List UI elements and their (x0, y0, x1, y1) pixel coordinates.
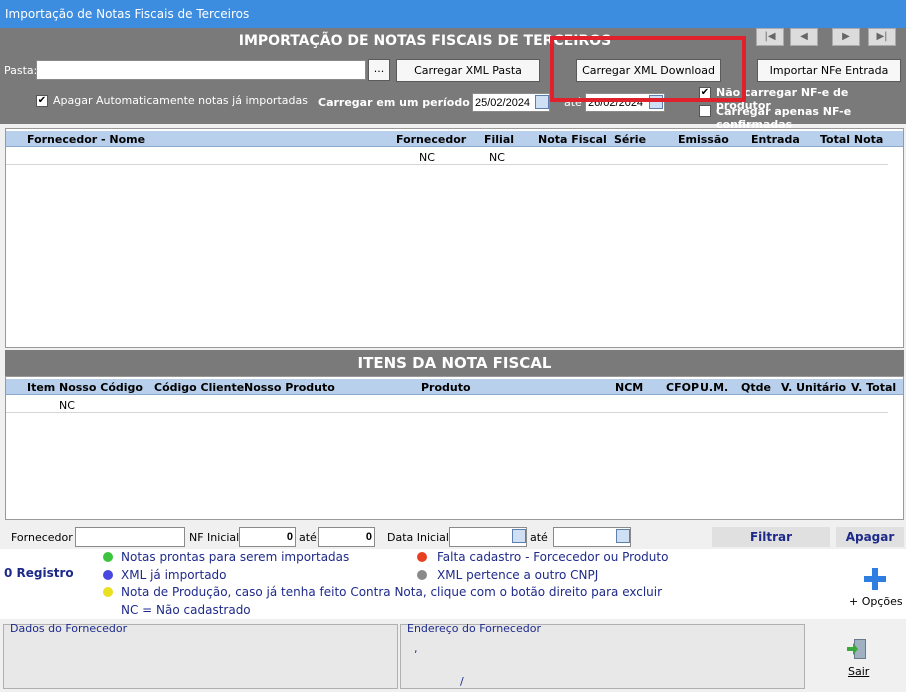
dados-fornecedor-title: Dados do Fornecedor (10, 622, 128, 635)
legend-item-outro-cnpj: XML pertence a outro CNPJ (437, 568, 599, 582)
col-total-nota[interactable]: Total Nota (820, 133, 883, 146)
endereco-line2: / (460, 675, 464, 688)
importar-nfe-entrada-button[interactable]: Importar NFe Entrada (757, 59, 901, 82)
col-codigo-cliente[interactable]: Código Cliente (154, 381, 244, 394)
endereco-line1: , (414, 642, 418, 655)
plus-icon (864, 568, 886, 590)
notas-grid[interactable]: Fornecedor - Nome Fornecedor Filial Nota… (5, 128, 904, 348)
opcoes-button[interactable]: + Opções (848, 562, 906, 612)
calendar-icon[interactable] (535, 95, 549, 109)
itens-grid-header: Item Nosso Código Código Cliente Nosso P… (6, 379, 903, 395)
legend-item-importado: XML já importado (121, 568, 227, 582)
status-blue-icon (103, 570, 113, 580)
apagar-auto-label: Apagar Automaticamente notas já importad… (53, 94, 308, 107)
filtrar-button[interactable]: Filtrar (712, 527, 830, 547)
nf-ate-label: até (299, 531, 317, 544)
col-nota-fiscal[interactable]: Nota Fiscal (538, 133, 607, 146)
itens-grid[interactable]: Item Nosso Código Código Cliente Nosso P… (5, 376, 904, 520)
dados-fornecedor-box: Dados do Fornecedor (3, 622, 398, 689)
cell-nosso-codigo: NC (59, 399, 75, 412)
opcoes-label: + Opções (849, 595, 903, 608)
highlight-box (550, 36, 746, 102)
filter-fornecedor-input[interactable] (75, 527, 185, 547)
legend-item-falta-cadastro: Falta cadastro - Forcecedor ou Produto (437, 550, 669, 564)
legend-item-prontas: Notas prontas para serem importadas (121, 550, 350, 564)
legend-item-producao: Nota de Produção, caso já tenha feito Co… (121, 585, 663, 599)
sair-button[interactable]: Sair (836, 634, 882, 682)
endereco-fornecedor-box: Endereço do Fornecedor , / (400, 622, 805, 689)
nav-first-button[interactable]: |◀ (756, 28, 784, 46)
nf-final-input[interactable] (318, 527, 375, 547)
apagar-button[interactable]: Apagar (836, 527, 904, 547)
endereco-fornecedor-title: Endereço do Fornecedor (407, 622, 541, 635)
col-qtde[interactable]: Qtde (741, 381, 771, 394)
nav-next-button[interactable]: ▶ (832, 28, 860, 46)
col-entrada[interactable]: Entrada (751, 133, 800, 146)
cell-fornecedor: NC (419, 151, 435, 164)
nav-last-button[interactable]: ▶| (868, 28, 896, 46)
nav-prev-button[interactable]: ◀ (790, 28, 818, 46)
status-gray-icon (417, 570, 427, 580)
col-cfop[interactable]: CFOP (666, 381, 699, 394)
notas-grid-header: Fornecedor - Nome Fornecedor Filial Nota… (6, 131, 903, 147)
cell-filial: NC (489, 151, 505, 164)
legend-nc-note: NC = Não cadastrado (121, 603, 251, 617)
calendar-icon[interactable] (512, 529, 526, 543)
status-red-icon (417, 552, 427, 562)
table-row[interactable]: NC (6, 397, 888, 413)
status-yellow-icon (103, 587, 113, 597)
col-item[interactable]: Item (27, 381, 55, 394)
pasta-label: Pasta: (4, 64, 38, 77)
sair-label: Sair (848, 665, 870, 678)
data-inicial-label: Data Inicial (387, 531, 449, 544)
pasta-input[interactable] (36, 60, 366, 80)
browse-folder-button[interactable]: ... (368, 59, 390, 81)
data-ate-label: até (530, 531, 548, 544)
col-emissao[interactable]: Emissão (678, 133, 729, 146)
col-filial[interactable]: Filial (484, 133, 514, 146)
exit-door-icon (847, 639, 866, 659)
col-serie[interactable]: Série (614, 133, 646, 146)
itens-title: ITENS DA NOTA FISCAL (5, 350, 904, 376)
nf-inicial-input[interactable] (239, 527, 296, 547)
filter-fornecedor-label: Fornecedor (11, 531, 73, 544)
nf-inicial-label: NF Inicial (189, 531, 240, 544)
col-um[interactable]: U.M. (700, 381, 728, 394)
col-nosso-codigo[interactable]: Nosso Código (59, 381, 143, 394)
window-title: Importação de Notas Fiscais de Terceiros (5, 7, 250, 21)
status-green-icon (103, 552, 113, 562)
periodo-label: Carregar em um período de: (318, 96, 494, 109)
col-nosso-produto[interactable]: Nosso Produto (244, 381, 335, 394)
col-fornecedor-nome[interactable]: Fornecedor - Nome (27, 133, 145, 146)
apagar-auto-checkbox[interactable]: ✔ (36, 95, 48, 107)
table-row[interactable]: NC NC (6, 149, 888, 165)
col-produto[interactable]: Produto (421, 381, 471, 394)
window-title-bar: Importação de Notas Fiscais de Terceiros (0, 0, 906, 28)
confirmadas-checkbox[interactable] (699, 105, 711, 117)
carregar-xml-pasta-button[interactable]: Carregar XML Pasta (396, 59, 540, 82)
calendar-icon[interactable] (616, 529, 630, 543)
registro-count: 0 Registro (4, 566, 74, 580)
col-v-unitario[interactable]: V. Unitário (781, 381, 846, 394)
col-ncm[interactable]: NCM (615, 381, 643, 394)
col-v-total[interactable]: V. Total (851, 381, 896, 394)
col-fornecedor[interactable]: Fornecedor (396, 133, 466, 146)
